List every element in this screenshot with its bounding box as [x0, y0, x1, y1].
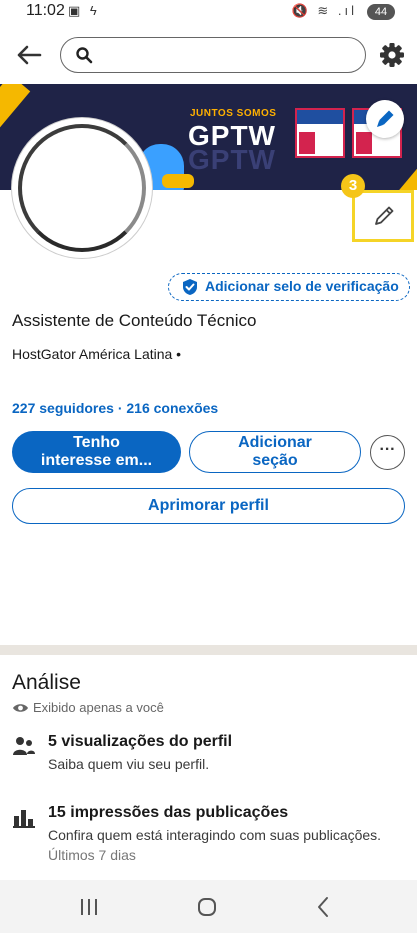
battery-indicator: 44: [367, 4, 395, 20]
search-icon: [76, 47, 93, 64]
analytics-item-subtitle: Confira quem está interagindo com suas p…: [48, 827, 382, 843]
avatar-ring: [18, 124, 146, 252]
analytics-item-profile-views[interactable]: 5 visualizações do perfil Saiba quem viu…: [12, 733, 412, 779]
top-bar: [0, 26, 417, 84]
add-section-label-line2: seção: [252, 452, 298, 469]
gear-icon[interactable]: [378, 41, 406, 69]
status-left-icons: ▣ ϟ: [68, 3, 100, 18]
banner-small-text: JUNTOS SOMOS: [190, 108, 277, 119]
gptw-badge: [295, 108, 345, 158]
banner-mascot-accent: [162, 174, 194, 188]
edit-banner-button[interactable]: [366, 100, 404, 138]
add-section-label-line1: Adicionar: [238, 434, 312, 451]
shield-check-icon: [183, 279, 197, 295]
status-time: 11:02: [26, 2, 65, 19]
banner-stripe: [0, 84, 31, 138]
edit-intro-button[interactable]: [352, 190, 414, 242]
add-section-button[interactable]: Adicionar seção: [189, 431, 361, 473]
search-bar[interactable]: [60, 37, 366, 73]
status-right-icons: 🔇 ≋ .ıl: [291, 3, 357, 18]
private-note-text: Exibido apenas a você: [33, 700, 164, 715]
pencil-icon: [375, 206, 394, 225]
analytics-item-impressions[interactable]: 15 impressões das publicações Confira qu…: [12, 804, 412, 868]
analytics-item-title: 5 visualizações do perfil: [48, 733, 233, 750]
step-marker: 3: [341, 174, 365, 198]
more-options-button[interactable]: ···: [370, 435, 405, 470]
add-verification-button[interactable]: Adicionar selo de verificação: [168, 273, 410, 301]
back-arrow-icon[interactable]: [14, 40, 44, 70]
analytics-item-period: Últimos 7 dias: [48, 847, 136, 863]
analytics-item-title: 15 impressões das publicações: [48, 804, 289, 821]
profile-headline: Assistente de Conteúdo Técnico: [12, 311, 257, 330]
profile-company: HostGator América Latina •: [12, 346, 182, 362]
verification-label: Adicionar selo de verificação: [205, 278, 399, 294]
people-icon: [13, 737, 35, 755]
improve-profile-button[interactable]: Aprimorar perfil: [12, 488, 405, 524]
open-to-button[interactable]: Tenho interesse em...: [12, 431, 181, 473]
banner-ghost-text: GPTW: [188, 144, 276, 175]
home-icon[interactable]: [192, 894, 222, 920]
pencil-icon: [377, 110, 394, 127]
eye-icon: [13, 704, 28, 712]
status-bar: 11:02 ▣ ϟ 🔇 ≋ .ıl 44: [0, 0, 417, 26]
system-nav-bar: [0, 880, 417, 933]
analytics-title: Análise: [12, 671, 81, 694]
search-input[interactable]: [103, 44, 353, 66]
recent-apps-icon[interactable]: [74, 894, 104, 920]
connections-link[interactable]: 227 seguidores · 216 conexões: [12, 400, 218, 416]
back-nav-icon[interactable]: [308, 894, 338, 920]
analytics-item-subtitle: Saiba quem viu seu perfil.: [48, 756, 210, 772]
banner-stripe: [375, 165, 417, 190]
bar-chart-icon: [13, 810, 35, 828]
open-to-label-line1: Tenho: [73, 434, 120, 451]
open-to-label-line2: interesse em...: [40, 452, 153, 469]
section-divider: [0, 645, 417, 655]
private-note: Exibido apenas a você: [12, 700, 164, 715]
